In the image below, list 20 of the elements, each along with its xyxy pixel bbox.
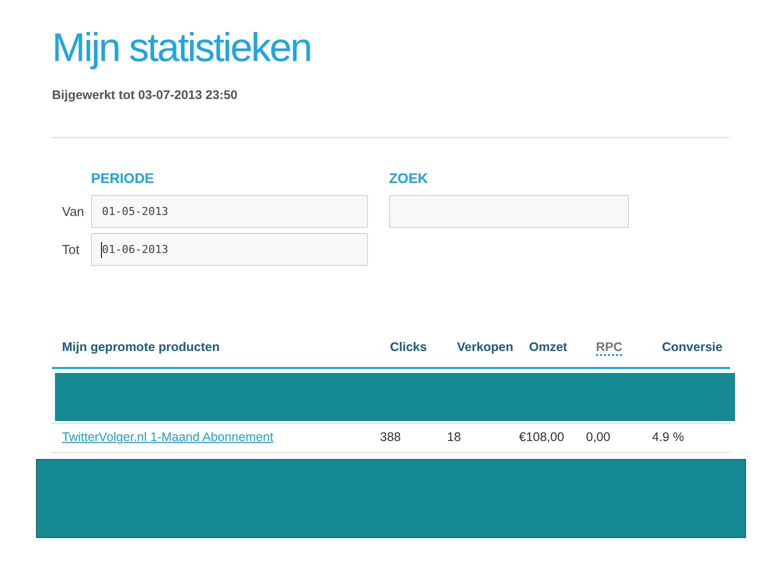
- table-cell: 0,00: [586, 430, 610, 444]
- column-header: Clicks: [390, 340, 427, 354]
- search-field[interactable]: [389, 194, 629, 228]
- field-label: Tot: [61, 240, 80, 258]
- page-title: Mijn statistieken: [52, 25, 312, 72]
- table-cell: 18: [447, 430, 461, 444]
- table-cell: 4.9 %: [652, 430, 684, 444]
- column-header: Conversie: [662, 340, 722, 354]
- column-header: Omzet: [529, 340, 568, 354]
- table-cell: €108,00: [519, 430, 564, 444]
- section-heading: PERIODE: [91, 168, 154, 188]
- date-field[interactable]: 01-05-2013: [91, 194, 368, 228]
- column-header: Mijn gepromote producten: [62, 340, 220, 354]
- abbreviation-header: RPC: [596, 340, 622, 356]
- table-cell: 388: [380, 430, 401, 444]
- column-header: Verkopen: [457, 340, 514, 354]
- updated-text: Bijgewerkt tot 03-07-2013 23:50: [52, 87, 239, 104]
- field-label: Van: [61, 202, 86, 220]
- date-field[interactable]: 01-06-2013: [91, 232, 368, 266]
- section-heading: ZOEK: [389, 168, 429, 188]
